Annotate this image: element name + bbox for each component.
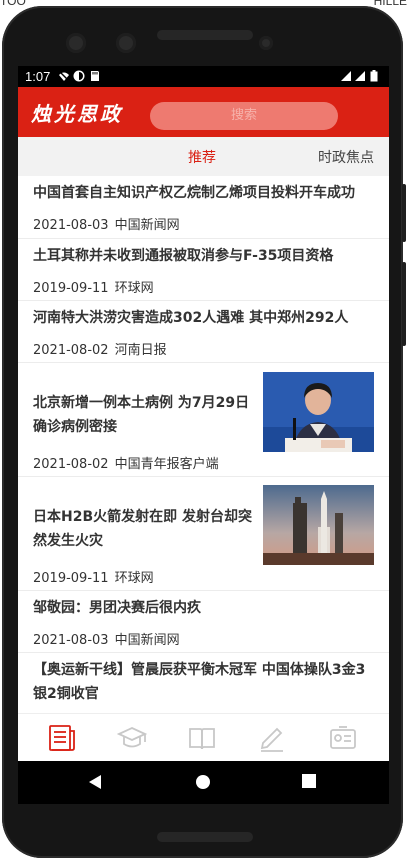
news-title-line: 北京新增一例本土病例 为7月29日 (33, 395, 250, 411)
news-title: 北京新增一例本土病例 为7月29日 确诊病例密接 (33, 391, 249, 439)
cellular-icon (355, 71, 365, 81)
news-item[interactable]: 北京新增一例本土病例 为7月29日 确诊病例密接 2021-08-02 中国青年报… (18, 363, 389, 477)
system-navigation-bar (18, 761, 389, 804)
graduation-cap-icon[interactable] (117, 723, 147, 753)
news-meta: 2021-08-02 河南日报 (33, 339, 173, 358)
signal-icon (341, 71, 351, 81)
volume-button (402, 184, 406, 242)
app-screen: 1:07 烛光思政 搜索 推荐 时政焦点 中国首套自主知识产权乙烷制乙烯项目投料… (18, 66, 389, 761)
home-icon[interactable] (195, 774, 211, 790)
app-header: 烛光思政 搜索 (18, 87, 389, 137)
news-meta: 2021-08-03 中国新闻网 (33, 214, 186, 233)
power-button (402, 262, 406, 346)
news-title: 【奥运新干线】管晨辰获平衡木冠军 中国体操队3金3 银2铜收官 (33, 658, 365, 706)
news-source: 河南日报 (114, 343, 167, 358)
news-title: 日本H2B火箭发射在即 发射台却突 然发生火灾 (33, 505, 252, 553)
news-title: 邹敬园：男团决赛后很内疚 (33, 600, 201, 616)
news-date: 2021-08-03 (33, 218, 109, 233)
news-date: 2021-08-02 (33, 457, 109, 472)
news-title-line: 确诊病例密接 (33, 419, 117, 435)
press-conference-image (263, 372, 374, 452)
news-title-line: 然发生火灾 (33, 533, 103, 549)
status-time: 1:07 (25, 69, 51, 84)
news-title-line: 日本H2B火箭发射在即 发射台却突 (33, 509, 253, 525)
news-source: 中国新闻网 (114, 218, 180, 233)
news-item[interactable]: 土耳其称并未收到通报被取消参与F-35项目资格 2019-09-11 环球网 (18, 239, 389, 301)
battery-icon (370, 70, 378, 82)
front-camera-left (66, 33, 86, 53)
earpiece-speaker (157, 30, 253, 40)
news-title: 土耳其称并未收到通报被取消参与F-35项目资格 (33, 248, 334, 264)
tab-current-affairs[interactable]: 时政焦点 (318, 147, 374, 167)
front-camera-right (116, 33, 136, 53)
book-icon[interactable] (187, 723, 217, 753)
search-input[interactable]: 搜索 (150, 102, 338, 130)
status-bar: 1:07 (18, 66, 389, 87)
news-item[interactable]: 中国首套自主知识产权乙烷制乙烯项目投料开车成功 2021-08-03 中国新闻网 (18, 176, 389, 239)
news-source: 中国青年报客户端 (114, 457, 219, 472)
news-title-line: 银2铜收官 (33, 686, 99, 702)
news-meta: 2021-08-02 中国青年报客户端 (33, 453, 225, 472)
app-logo: 烛光思政 (31, 102, 123, 126)
bottom-navigation (18, 713, 389, 761)
news-meta: 2019-09-11 环球网 (33, 567, 160, 586)
news-item[interactable]: 邹敬园：男团决赛后很内疚 2021-08-03 中国新闻网 (18, 591, 389, 653)
bottom-speaker (157, 832, 253, 842)
news-title: 中国首套自主知识产权乙烷制乙烯项目投料开车成功 (33, 185, 355, 201)
news-item[interactable]: 日本H2B火箭发射在即 发射台却突 然发生火灾 2019-09-11 环球网 (18, 477, 389, 591)
news-date: 2021-08-02 (33, 343, 109, 358)
rocket-launch-image (263, 485, 374, 565)
proximity-sensor (259, 36, 273, 50)
news-thumbnail (263, 372, 374, 452)
news-source: 中国新闻网 (114, 633, 180, 648)
news-source: 环球网 (114, 281, 154, 296)
news-item[interactable]: 【奥运新干线】管晨辰获平衡木冠军 中国体操队3金3 银2铜收官 (18, 653, 389, 715)
news-item[interactable]: 河南特大洪涝灾害造成302人遇难 其中郑州292人 2021-08-02 河南日报 (18, 301, 389, 363)
category-tabs: 推荐 时政焦点 (18, 137, 389, 176)
tab-recommended[interactable]: 推荐 (188, 147, 216, 167)
news-date: 2021-08-03 (33, 633, 109, 648)
pencil-icon[interactable] (257, 723, 287, 753)
data-saver-icon (73, 70, 85, 82)
news-date: 2019-09-11 (33, 281, 109, 296)
wifi-off-icon (58, 70, 70, 82)
sd-card-icon (91, 71, 99, 81)
news-date: 2019-09-11 (33, 571, 109, 586)
news-title: 河南特大洪涝灾害造成302人遇难 其中郑州292人 (33, 310, 349, 326)
news-title-line: 【奥运新干线】管晨辰获平衡木冠军 中国体操队3金3 (33, 662, 366, 678)
news-meta: 2021-08-03 中国新闻网 (33, 629, 186, 648)
news-meta: 2019-09-11 环球网 (33, 277, 160, 296)
news-icon[interactable] (47, 723, 77, 753)
recents-icon[interactable] (302, 774, 316, 788)
top-strip-left-text: TOO (0, 0, 26, 8)
back-icon[interactable] (88, 774, 102, 790)
news-source: 环球网 (114, 571, 154, 586)
news-thumbnail (263, 485, 374, 565)
profile-card-icon[interactable] (328, 723, 358, 753)
top-strip-right-text: HILLE (373, 0, 407, 8)
